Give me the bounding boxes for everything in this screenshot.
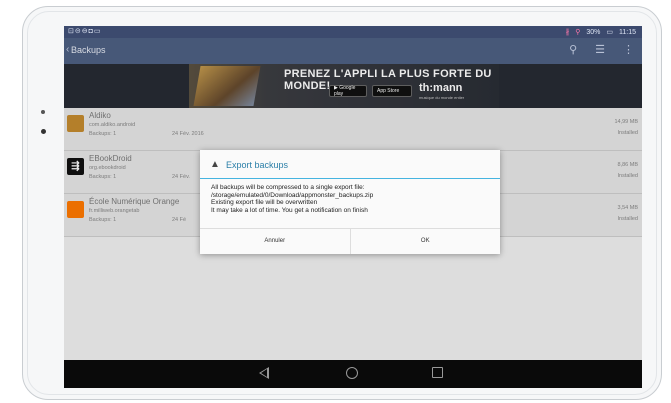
battery-icon: ▭ — [606, 29, 613, 36]
dialog-buttons: Annuler OK — [200, 228, 500, 254]
export-backups-dialog: ▲ Export backups All backups will be com… — [200, 150, 500, 254]
nav-back-icon[interactable] — [259, 367, 269, 379]
dialog-line: All backups will be compressed to a sing… — [211, 184, 365, 191]
notification-icons: ⊡⊝⊖◘▭ — [68, 28, 102, 35]
status-bar: ⊡⊝⊖◘▭ ∦ ⚲ 30% ▭ 11:15 — [64, 26, 642, 38]
wifi-icon: ⚲ — [575, 29, 581, 36]
dialog-line: It may take a lot of time. You get a not… — [211, 206, 368, 214]
ok-button[interactable]: OK — [349, 229, 501, 254]
dialog-header: ▲ Export backups — [200, 150, 500, 179]
dialog-line: Existing export file will be overwritten — [211, 199, 318, 207]
device-screen: ⊡⊝⊖◘▭ ∦ ⚲ 30% ▭ 11:15 ‹ Backups ⚲ ☰ ⋮ PR… — [64, 26, 642, 388]
nav-home-icon[interactable] — [346, 367, 358, 379]
cancel-button[interactable]: Annuler — [200, 229, 350, 254]
front-camera — [41, 129, 46, 134]
signal-icon: ∦ — [565, 29, 570, 36]
battery-level: 30% — [586, 28, 601, 36]
dialog-line: /storage/emulated/0/Download/appmonster_… — [211, 191, 374, 199]
clock: 11:15 — [619, 28, 636, 36]
nav-recents-icon[interactable] — [432, 367, 443, 378]
dialog-title: Export backups — [226, 160, 289, 170]
warning-icon: ▲ — [210, 159, 220, 170]
navigation-bar — [64, 360, 642, 388]
dialog-message: All backups will be compressed to a sing… — [211, 184, 373, 214]
sensor-dot — [41, 110, 45, 114]
